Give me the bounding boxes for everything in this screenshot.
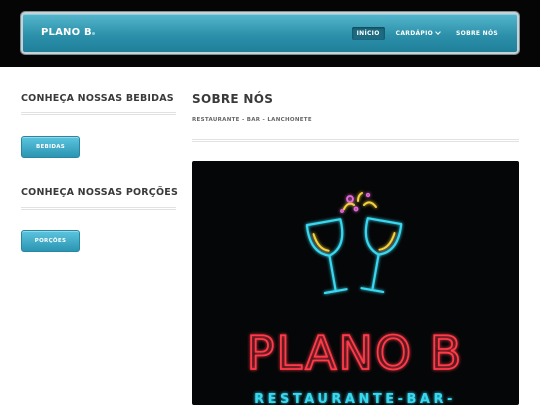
hero-image: PLANO B RESTAURANTE-BAR- [192,161,519,405]
nav-item-label: CARDÁPIO [395,29,434,37]
main-nav: INÍCIO CARDÁPIO SOBRE NÓS [346,26,503,40]
brand-dot-icon [92,32,95,35]
navbar: PLANO B INÍCIO CARDÁPIO SOBRE NÓS [21,12,519,54]
bebidas-button[interactable]: BEBIDAS [21,136,80,158]
divider [192,139,519,142]
page-title: SOBRE NÓS [192,92,274,106]
porcoes-heading: CONHEÇA NOSSAS PORÇÕES [21,187,178,198]
bebidas-heading: CONHEÇA NOSSAS BEBIDAS [21,93,174,104]
neon-logo-text: PLANO B [247,326,464,380]
chevron-down-icon [435,28,441,35]
page-subtitle: RESTAURANTE - BAR - LANCHONETE [192,117,312,123]
nav-item-cardapio[interactable]: CARDÁPIO [391,27,445,40]
neon-sign: PLANO B RESTAURANTE-BAR- [246,192,464,405]
header-band: PLANO B INÍCIO CARDÁPIO SOBRE NÓS [0,0,540,67]
divider [21,207,176,210]
nav-item-label: SOBRE NÓS [456,29,498,37]
toasting-glasses-icon [305,192,403,295]
neon-tagline-text: RESTAURANTE-BAR- [254,392,456,405]
porcoes-button[interactable]: PORÇÕES [21,230,80,252]
divider [21,112,176,115]
nav-item-sobre-nos[interactable]: SOBRE NÓS [451,27,503,40]
brand-logo-text[interactable]: PLANO B [41,27,92,38]
nav-item-inicio[interactable]: INÍCIO [351,26,385,40]
nav-item-label: INÍCIO [356,29,380,37]
